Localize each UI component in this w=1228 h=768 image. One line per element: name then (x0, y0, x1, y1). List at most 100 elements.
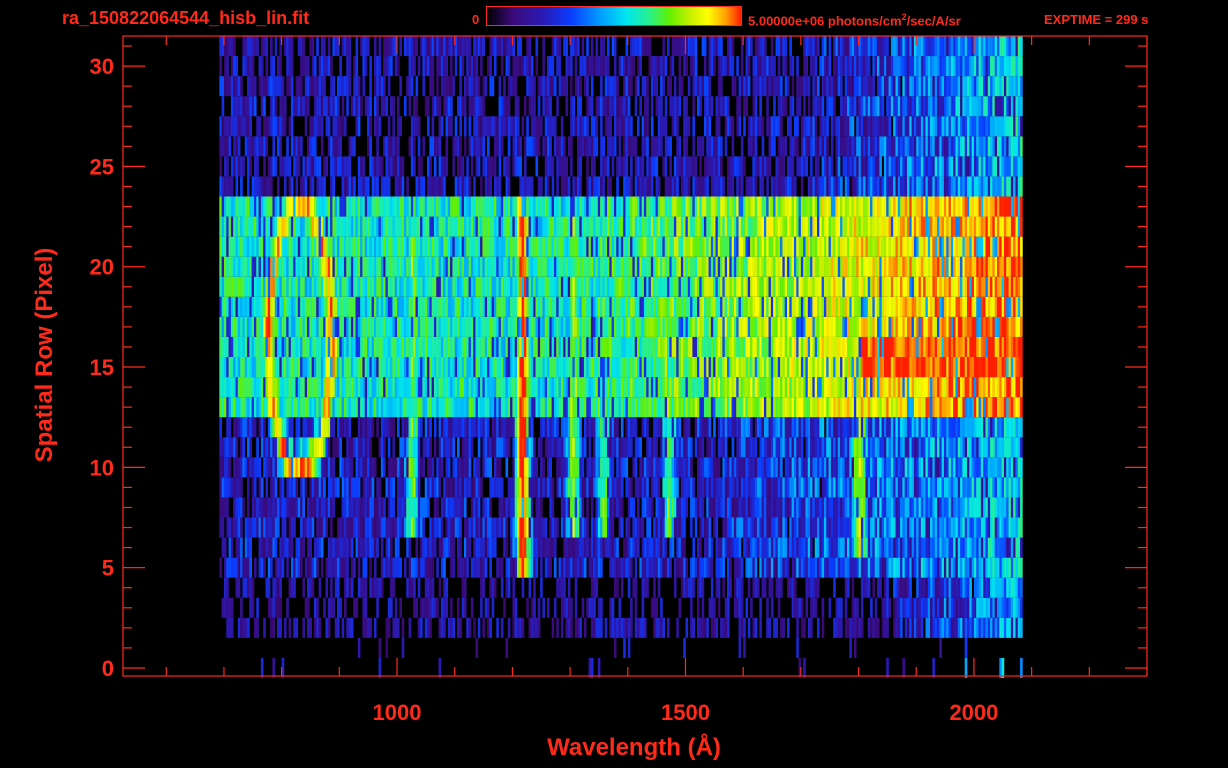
heatmap-cell (708, 597, 712, 618)
heatmap-cell (277, 457, 280, 478)
heatmap-cell (350, 557, 354, 578)
heatmap-cell (457, 477, 460, 498)
heatmap-cell (337, 617, 340, 638)
heatmap-cell (985, 417, 989, 438)
heatmap-cell (669, 437, 672, 458)
heatmap-cell (630, 316, 633, 337)
heatmap-cell (902, 497, 905, 518)
heatmap-cell (680, 357, 684, 378)
heatmap-cell (373, 377, 377, 398)
heatmap-cell (902, 336, 905, 357)
heatmap-cell (362, 457, 366, 478)
heatmap-cell (844, 517, 848, 538)
heatmap-cell (503, 437, 506, 458)
heatmap-cell (699, 577, 702, 598)
heatmap-cell (484, 397, 488, 418)
heatmap-cell (408, 517, 412, 538)
heatmap-cell (754, 577, 758, 598)
heatmap-cell (870, 417, 873, 438)
heatmap-cell (1006, 417, 1009, 438)
heatmap-cell (533, 597, 536, 618)
heatmap-cell (731, 457, 735, 478)
heatmap-cell (655, 316, 659, 337)
heatmap-cell (362, 617, 366, 638)
heatmap-cell (978, 497, 982, 518)
heatmap-cell (715, 397, 719, 418)
heatmap-cell (512, 617, 516, 638)
heatmap-cell (281, 336, 285, 357)
heatmap-cell (320, 296, 324, 317)
heatmap-cell (987, 537, 991, 558)
heatmap-cell (618, 357, 622, 378)
heatmap-cell (293, 397, 296, 418)
heatmap-cell (240, 517, 243, 538)
heatmap-cell (420, 296, 423, 317)
heatmap-cell (886, 477, 889, 498)
heatmap-cell (918, 477, 922, 498)
heatmap-cell (371, 417, 375, 438)
heatmap-cell (279, 397, 282, 418)
heatmap-cell (519, 617, 522, 638)
heatmap-cell (851, 597, 855, 618)
heatmap-cell (459, 336, 462, 357)
heatmap-cell (547, 397, 550, 418)
heatmap-cell (270, 537, 273, 558)
heatmap-cell (685, 457, 689, 478)
heatmap-cell (371, 577, 375, 598)
heatmap-cell (560, 597, 564, 618)
heatmap-cell (597, 597, 601, 618)
heatmap-cell (482, 537, 486, 558)
heatmap-cell (410, 577, 414, 598)
heatmap-cell (920, 457, 924, 478)
heatmap-cell (766, 357, 769, 378)
heatmap-cell (793, 597, 797, 618)
heatmap-cell (357, 457, 361, 478)
heatmap-cell (406, 377, 409, 398)
heatmap-cell (909, 617, 912, 638)
heatmap-cell (535, 617, 539, 638)
heatmap-cell (694, 357, 698, 378)
heatmap-cell (270, 397, 273, 418)
heatmap-cell (667, 497, 670, 518)
heatmap-cell (290, 316, 294, 337)
heatmap-cell (320, 336, 324, 357)
heatmap-cell (872, 557, 875, 578)
heatmap-cell (957, 477, 961, 498)
heatmap-cell (941, 477, 945, 498)
heatmap-cell (867, 336, 871, 357)
heatmap-cell (678, 457, 682, 478)
heatmap-cell (994, 597, 998, 618)
heatmap-cell (798, 316, 802, 337)
heatmap-cell (678, 517, 682, 538)
heatmap-cell (489, 316, 492, 337)
heatmap-cell (415, 336, 419, 357)
heatmap-cell (879, 497, 882, 518)
heatmap-cell (253, 377, 257, 398)
heatmap-cell (877, 316, 880, 337)
heatmap-cell (242, 417, 246, 438)
heatmap-cell (309, 336, 312, 357)
heatmap-cell (378, 377, 382, 398)
heatmap-cell (706, 417, 709, 438)
heatmap-cell (353, 377, 356, 398)
heatmap-cell (724, 397, 728, 418)
heatmap-cell (660, 457, 663, 478)
heatmap-cell (286, 457, 289, 478)
heatmap-cell (512, 537, 516, 558)
heatmap-cell (593, 457, 596, 478)
heatmap-cell (847, 417, 850, 438)
heatmap-cell (943, 377, 947, 398)
heatmap-cell (937, 497, 940, 518)
heatmap-cell (694, 417, 698, 438)
heatmap-cell (983, 557, 986, 578)
heatmap-cell (408, 316, 412, 337)
heatmap-cell (657, 357, 661, 378)
heatmap-cell (399, 557, 402, 578)
heatmap-cell (643, 377, 647, 398)
heatmap-cell (427, 597, 430, 618)
heatmap-cell (1008, 417, 1012, 438)
heatmap-cell (911, 617, 915, 638)
heatmap-cell (1006, 617, 1009, 638)
heatmap-cell (523, 437, 527, 458)
heatmap-cell (240, 437, 243, 458)
